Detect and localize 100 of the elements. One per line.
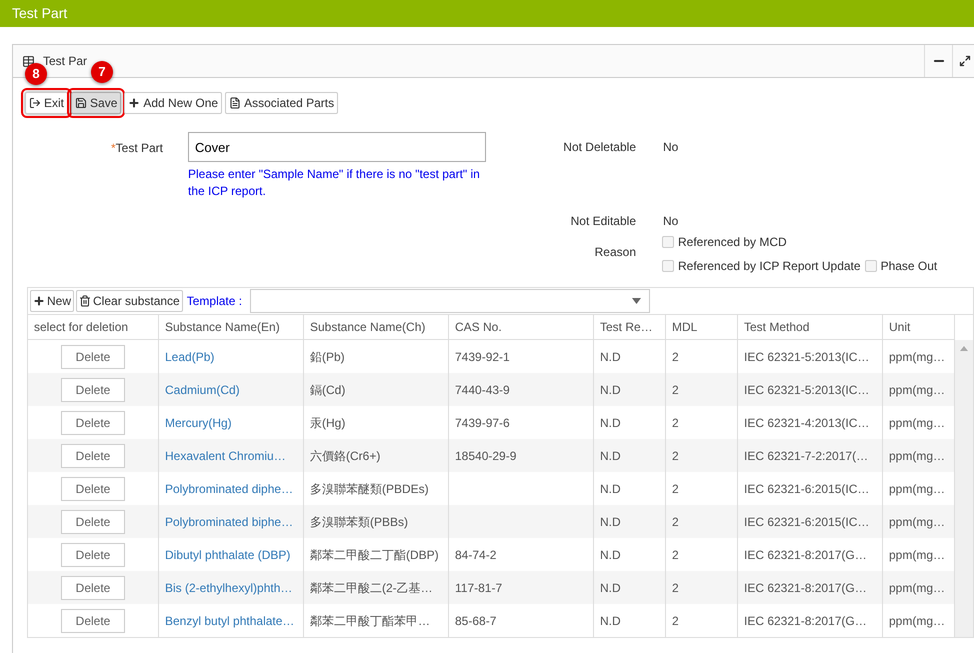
substance-link[interactable]: Polybrominated biphe… [165, 512, 294, 530]
field-label: Not Deletable [562, 139, 636, 156]
table-cell-text: 多溴聯苯類(PBBs) [310, 514, 408, 530]
table-cell-text: 2 [672, 348, 679, 366]
table-cell-text: IEC 62321-7-2:2017(… [744, 448, 868, 464]
table-cell-text: N.D [600, 612, 621, 630]
callout-badge: 8 [25, 63, 47, 85]
checkbox-label: Phase Out [880, 258, 938, 275]
table-icon [22, 54, 35, 68]
dropdown-caret-icon [632, 298, 642, 304]
table-cell-text: ppm(mg… [889, 546, 946, 564]
table-cell-text: ppm(mg… [889, 514, 946, 530]
scrollbar[interactable] [955, 340, 973, 637]
column-header: Unit [883, 315, 955, 339]
table-cell-text: IEC 62321-6:2015(IC… [744, 480, 870, 498]
table-cell-text: 2 [672, 480, 679, 498]
add-button[interactable]: Add New One [124, 92, 222, 114]
table-cell-text: ppm(mg… [889, 612, 946, 630]
delete-button[interactable]: Delete [61, 510, 125, 534]
table-cell-text: 2 [672, 580, 679, 596]
template-dropdown[interactable] [250, 289, 650, 313]
table-cell-text: 多溴聯苯醚類(PBDEs) [310, 480, 429, 498]
save-icon [75, 97, 88, 109]
checkbox-label: Referenced by ICP Report Update [678, 258, 861, 275]
column-header: CAS No. [449, 315, 594, 339]
field-label: Not Editable [570, 213, 636, 230]
table-cell-text: 2 [672, 514, 679, 530]
substance-link[interactable]: Hexavalent Chromiu… [165, 446, 286, 464]
delete-button[interactable]: Delete [61, 444, 125, 468]
table-cell-text: 7439-92-1 [455, 348, 510, 366]
associated-parts-button[interactable]: Associated Parts [225, 92, 338, 114]
table-cell-text: IEC 62321-8:2017(G… [744, 546, 867, 564]
table-cell-text: ppm(mg… [889, 448, 946, 464]
add-button[interactable]: New [30, 290, 74, 312]
substance-link[interactable]: Benzyl butyl phthalate… [165, 612, 294, 630]
table-cell-text: ppm(mg… [889, 348, 946, 366]
substance-link[interactable]: Cadmium(Cd) [165, 380, 240, 398]
table-cell-text: 84-74-2 [455, 546, 496, 564]
table-cell-text: N.D [600, 480, 621, 498]
trash-icon [79, 295, 92, 307]
delete-button[interactable]: Delete [61, 378, 125, 402]
delete-button[interactable]: Delete [61, 344, 125, 368]
table-cell-text: 2 [672, 612, 679, 630]
checkbox-label: Referenced by MCD [678, 234, 787, 251]
checkbox[interactable] [864, 260, 877, 272]
column-header: MDL [666, 315, 738, 339]
substance-link[interactable]: Polybrominated diphe… [165, 480, 294, 498]
table-cell-text: 六價鉻(Cr6+) [310, 448, 380, 464]
exit-icon [29, 97, 41, 109]
test-part-field[interactable]: Cover [188, 132, 486, 162]
field-label: *Test Part [110, 140, 163, 157]
substance-link[interactable]: Dibutyl phthalate (DBP) [165, 546, 290, 564]
field-value: No [663, 213, 678, 230]
plus-icon [33, 295, 45, 307]
delete-button[interactable]: Delete [61, 542, 125, 566]
table-cell-text: N.D [600, 414, 621, 432]
app-title: Test Part [12, 4, 68, 23]
substance-link[interactable]: Mercury(Hg) [165, 414, 232, 432]
table-cell-text: 鎘(Cd) [310, 382, 346, 398]
clear-button[interactable]: Clear substance [76, 290, 183, 312]
column-header: Substance Name(En) [159, 315, 304, 339]
field-value: No [663, 139, 678, 156]
delete-button[interactable]: Delete [61, 608, 125, 632]
delete-button[interactable]: Delete [61, 476, 125, 500]
table-cell-text: ppm(mg… [889, 414, 946, 432]
expand-icon [959, 55, 971, 67]
table-cell-text: 85-68-7 [455, 612, 496, 630]
table-cell-text: 2 [672, 382, 679, 398]
checkbox[interactable] [662, 260, 674, 272]
table-cell-text: ppm(mg… [889, 382, 946, 398]
table-cell-text: ppm(mg… [889, 480, 946, 498]
delete-button[interactable]: Delete [61, 576, 125, 600]
table-cell-text: N.D [600, 546, 621, 564]
table-cell-text: 2 [672, 448, 679, 464]
field-label: Reason [594, 244, 636, 261]
table-cell-text: ppm(mg… [889, 580, 946, 596]
delete-button[interactable]: Delete [61, 410, 125, 434]
hint-text: Please enter "Sample Name" if there is no "test part" in the ICP report. [188, 166, 481, 200]
table-cell-text: 鄰苯二甲酸二(2-乙基… [310, 580, 433, 596]
substance-link[interactable]: Lead(Pb) [165, 348, 214, 366]
table-cell-text: 鄰苯二甲酸二丁酯(DBP) [310, 546, 439, 564]
substance-link[interactable]: Bis (2-ethylhexyl)phth… [165, 578, 292, 596]
checkbox[interactable] [662, 236, 674, 248]
table-cell-text: 2 [672, 414, 679, 432]
table-cell-text: 鄰苯二甲酸丁酯苯甲… [310, 612, 430, 630]
plus-icon [128, 97, 140, 109]
table-cell-text: IEC 62321-5:2013(IC… [744, 348, 870, 366]
table-cell-text: N.D [600, 382, 621, 398]
column-header: Substance Name(Ch) [304, 315, 449, 339]
column-header: Test Method [738, 315, 883, 339]
table-cell-text: 鉛(Pb) [310, 348, 345, 366]
column-header: Test Re… [594, 315, 666, 339]
table-cell-text: N.D [600, 580, 621, 596]
table-cell-text: 2 [672, 546, 679, 564]
scroll-up-icon [960, 346, 968, 351]
template-label: Template : [186, 293, 242, 310]
table-cell-text: 18540-29-9 [455, 448, 516, 464]
table-cell-text: N.D [600, 448, 621, 464]
table-cell-text: IEC 62321-8:2017(G… [744, 612, 867, 630]
table-cell-text: N.D [600, 514, 621, 530]
